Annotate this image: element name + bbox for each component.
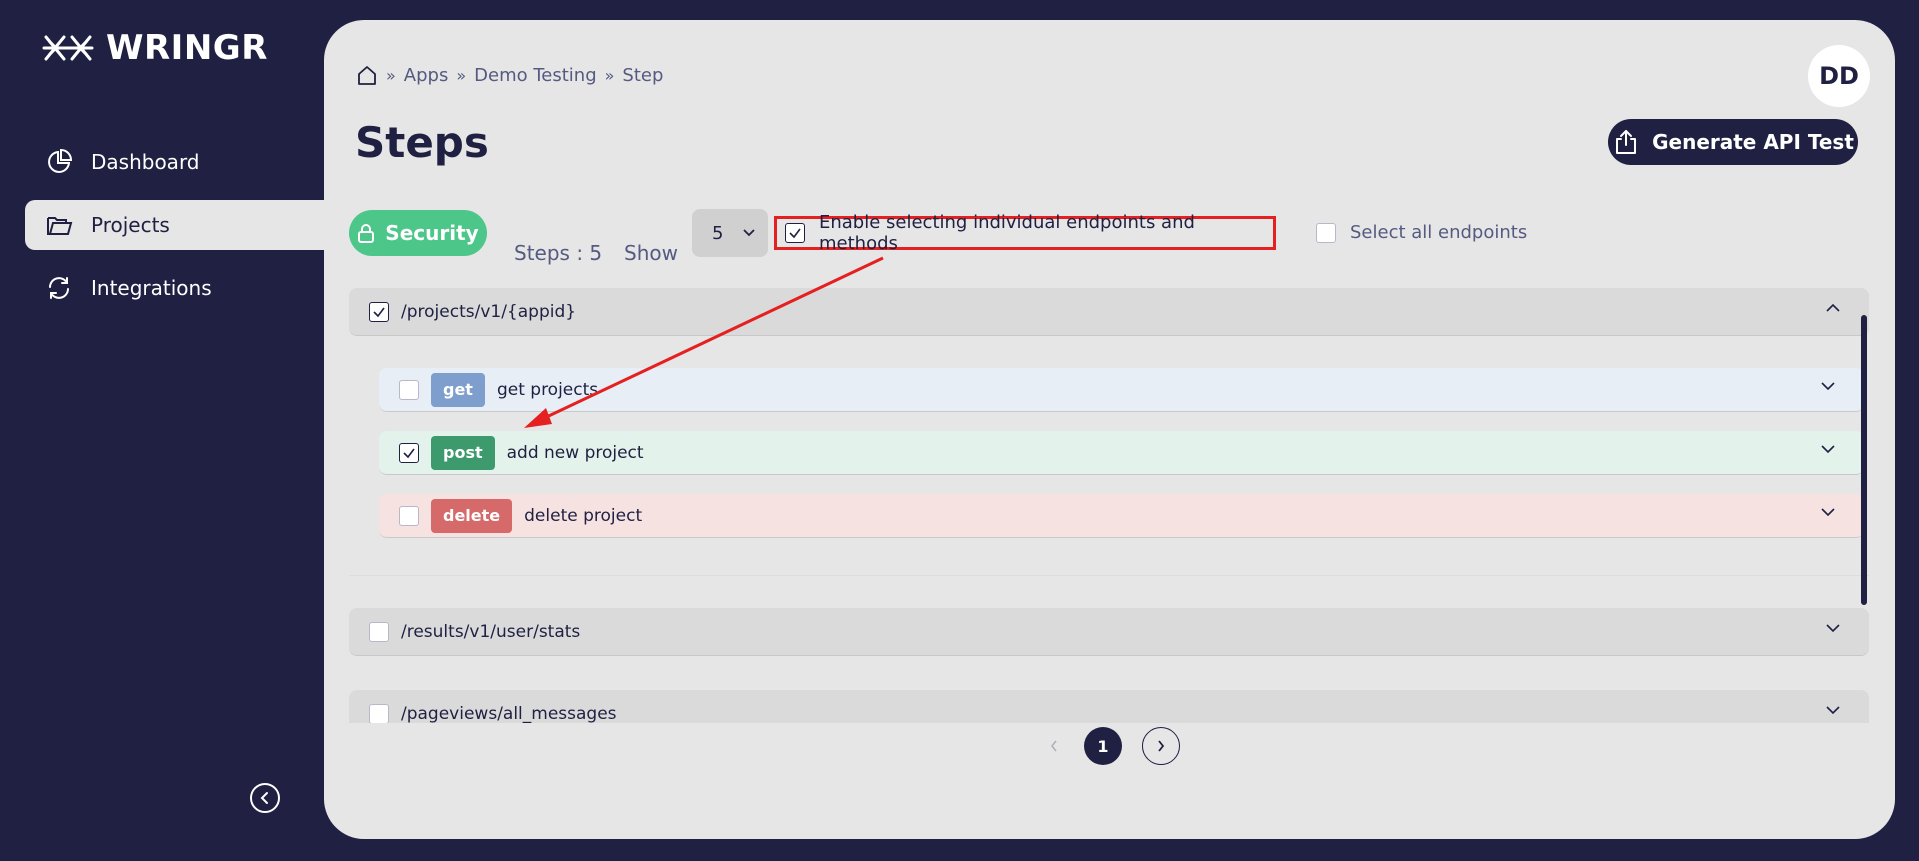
breadcrumb-separator-icon: » (386, 65, 396, 85)
endpoint-checkbox[interactable] (369, 621, 389, 642)
chevron-down-icon[interactable] (1820, 443, 1836, 455)
breadcrumb-separator-icon: » (604, 65, 615, 85)
select-all-endpoints-label: Select all endpoints (1350, 222, 1528, 243)
enable-individual-endpoints-label: Enable selecting individual endpoints an… (819, 212, 1195, 254)
endpoint-row[interactable]: /pageviews/all_messages (349, 690, 1869, 723)
lock-icon (358, 224, 375, 243)
breadcrumb-apps[interactable]: Apps (404, 65, 449, 86)
page-title: Steps (355, 118, 489, 167)
wringr-logo-icon (42, 35, 94, 61)
breadcrumb: » Apps » Demo Testing » Step (356, 64, 663, 86)
checkmark-icon (373, 307, 385, 317)
avatar[interactable]: DD (1808, 45, 1870, 107)
page-size-value: 5 (712, 222, 724, 244)
chevron-down-icon[interactable] (1820, 506, 1836, 518)
sidebar-item-dashboard[interactable]: Dashboard (25, 137, 325, 187)
method-label: delete project (524, 505, 643, 526)
security-label: Security (385, 221, 479, 245)
method-checkbox[interactable] (399, 442, 419, 463)
endpoint-row[interactable]: /projects/v1/{appid} (349, 288, 1869, 336)
endpoint-path: /results/v1/user/stats (401, 621, 581, 642)
select-all-endpoints-checkbox[interactable] (1316, 222, 1336, 243)
endpoint-checkbox[interactable] (369, 301, 389, 322)
share-upload-icon (1616, 130, 1637, 154)
checkmark-icon (789, 228, 801, 239)
method-badge-post: post (431, 435, 495, 470)
breadcrumb-separator-icon: » (456, 65, 467, 85)
chevron-down-icon (743, 229, 755, 237)
list-scrollbar[interactable] (1861, 315, 1867, 605)
sidebar-collapse-button[interactable] (250, 783, 280, 813)
select-all-endpoints-toggle[interactable]: Select all endpoints (1316, 222, 1527, 243)
method-badge-get: get (431, 372, 485, 407)
sidebar-nav: Dashboard Projects Integrations (25, 137, 325, 326)
main-panel: » Apps » Demo Testing » Step DD Steps Ge… (324, 20, 1895, 839)
brand-logo[interactable]: WRINGR (42, 26, 268, 70)
sidebar-item-integrations[interactable]: Integrations (25, 263, 325, 313)
chevron-down-icon[interactable] (1825, 622, 1841, 634)
breadcrumb-demo-testing[interactable]: Demo Testing (474, 65, 596, 86)
endpoint-path: /pageviews/all_messages (401, 703, 617, 724)
sidebar-item-projects[interactable]: Projects (25, 200, 325, 250)
enable-individual-endpoints-checkbox[interactable] (785, 223, 805, 243)
generate-api-test-button[interactable]: Generate API Test (1608, 119, 1858, 165)
enable-individual-endpoints-toggle[interactable]: Enable selecting individual endpoints an… (774, 212, 1276, 254)
endpoint-checkbox[interactable] (369, 703, 389, 723)
chevron-down-icon[interactable] (1820, 380, 1836, 392)
endpoint-methods: get get projects post add new project de… (349, 336, 1869, 576)
chevron-down-icon[interactable] (1825, 704, 1841, 716)
endpoint-path: /projects/v1/{appid} (401, 301, 577, 322)
folder-icon (47, 217, 73, 235)
steps-count: Steps : 5 (514, 241, 603, 265)
method-row-get[interactable]: get get projects (379, 368, 1864, 412)
method-row-delete[interactable]: delete delete project (379, 494, 1864, 538)
breadcrumb-step[interactable]: Step (622, 65, 663, 86)
chevron-left-icon (260, 792, 268, 804)
sidebar-item-label: Dashboard (91, 150, 200, 174)
sidebar-item-label: Projects (91, 213, 170, 237)
pie-chart-icon (48, 148, 73, 173)
method-label: get projects (496, 379, 599, 400)
method-badge-delete: delete (431, 498, 513, 533)
generate-api-test-label: Generate API Test (1652, 130, 1854, 154)
method-row-post[interactable]: post add new project (379, 431, 1864, 475)
home-icon[interactable] (356, 64, 378, 86)
endpoint-list: /projects/v1/{appid} get get projects po… (349, 288, 1869, 723)
next-page-button[interactable] (1142, 727, 1180, 765)
pagination: 1 (1044, 727, 1180, 765)
refresh-icon (49, 277, 69, 299)
method-label: add new project (506, 442, 644, 463)
page-number-current[interactable]: 1 (1084, 727, 1122, 765)
method-checkbox[interactable] (399, 379, 419, 400)
endpoint-row[interactable]: /results/v1/user/stats (349, 608, 1869, 656)
prev-page-icon[interactable] (1044, 736, 1064, 756)
checkmark-icon (403, 448, 415, 458)
page-size-select[interactable]: 5 (692, 209, 768, 257)
show-label: Show (624, 241, 678, 265)
brand-name: WRINGR (106, 28, 268, 68)
security-badge[interactable]: Security (349, 210, 487, 256)
chevron-up-icon[interactable] (1825, 302, 1841, 314)
method-checkbox[interactable] (399, 505, 419, 526)
sidebar-item-label: Integrations (91, 276, 212, 300)
chevron-right-icon (1158, 740, 1165, 752)
